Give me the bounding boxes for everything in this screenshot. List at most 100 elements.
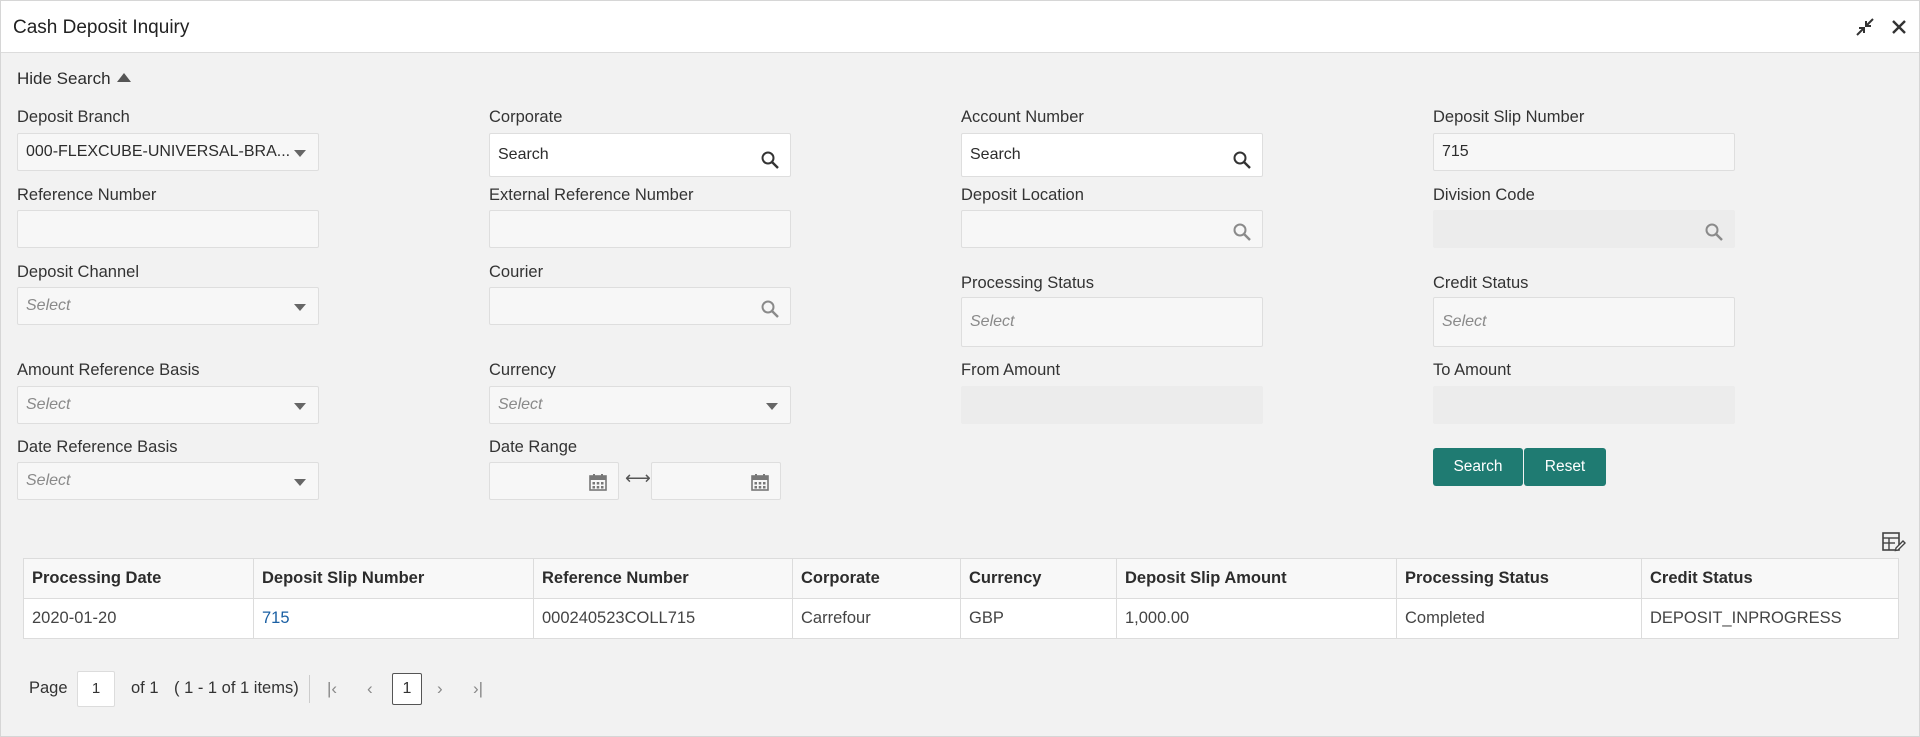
deposit-branch-value: 000-FLEXCUBE-UNIVERSAL-BRA...	[26, 143, 291, 160]
reset-button[interactable]: Reset	[1524, 448, 1606, 486]
table-cell: 1,000.00	[1116, 598, 1397, 639]
reference-number-label: Reference Number	[17, 186, 157, 204]
page-number-input[interactable]: 1	[77, 671, 115, 707]
deposit-branch-select[interactable]: 000-FLEXCUBE-UNIVERSAL-BRA...	[17, 133, 319, 171]
search-icon[interactable]	[1232, 220, 1252, 241]
deposit-slip-number-value: 715	[1442, 143, 1469, 160]
pager-divider	[309, 675, 310, 703]
corporate-lookup[interactable]: Search	[489, 133, 791, 177]
column-header[interactable]: Credit Status	[1641, 558, 1899, 599]
export-icon[interactable]	[1882, 531, 1906, 553]
page-label: Page	[29, 679, 68, 697]
items-summary: ( 1 - 1 of 1 items)	[174, 679, 299, 697]
deposit-slip-number-input[interactable]: 715	[1433, 133, 1735, 171]
date-range-to-input[interactable]	[651, 462, 781, 500]
previous-page-icon[interactable]: ‹	[367, 679, 373, 699]
search-icon[interactable]	[1232, 145, 1252, 169]
window-title: Cash Deposit Inquiry	[13, 17, 190, 38]
column-header[interactable]: Processing Status	[1396, 558, 1642, 599]
first-page-icon[interactable]: |‹	[327, 679, 337, 699]
table-cell: 2020-01-20	[23, 598, 254, 639]
amount-reference-basis-label: Amount Reference Basis	[17, 361, 200, 379]
table-cell: GBP	[960, 598, 1117, 639]
table-cell: 715	[253, 598, 534, 639]
triangle-up-icon	[116, 73, 131, 82]
title-bar: Cash Deposit Inquiry	[1, 1, 1919, 53]
column-header[interactable]: Reference Number	[533, 558, 793, 599]
account-number-label: Account Number	[961, 108, 1084, 126]
search-icon[interactable]	[760, 145, 780, 169]
courier-lookup[interactable]	[489, 287, 791, 325]
table-header-row: Processing Date Deposit Slip Number Refe…	[23, 558, 1899, 599]
currency-placeholder: Select	[498, 396, 543, 413]
column-header[interactable]: Deposit Slip Number	[253, 558, 534, 599]
from-amount-input	[961, 386, 1263, 424]
corporate-label: Corporate	[489, 108, 563, 126]
to-amount-input	[1433, 386, 1735, 424]
search-icon[interactable]	[760, 297, 780, 318]
column-header[interactable]: Currency	[960, 558, 1117, 599]
current-page-button[interactable]: 1	[392, 673, 422, 705]
amount-reference-basis-select[interactable]: Select	[17, 386, 319, 424]
chevron-down-icon	[294, 150, 306, 157]
column-header[interactable]: Processing Date	[23, 558, 254, 599]
amount-reference-basis-placeholder: Select	[26, 396, 71, 413]
processing-status-select[interactable]: Select	[961, 297, 1263, 347]
deposit-channel-placeholder: Select	[26, 297, 71, 314]
deposit-slip-link[interactable]: 715	[262, 609, 290, 627]
date-reference-basis-select[interactable]: Select	[17, 462, 319, 500]
division-code-label: Division Code	[1433, 186, 1535, 204]
table-cell: Carrefour	[792, 598, 961, 639]
hide-search-toggle[interactable]: Hide Search	[17, 69, 131, 89]
courier-label: Courier	[489, 263, 544, 281]
from-amount-label: From Amount	[961, 361, 1061, 379]
table-cell: DEPOSIT_INPROGRESS	[1641, 598, 1899, 639]
date-reference-basis-placeholder: Select	[26, 472, 71, 489]
calendar-icon[interactable]	[588, 472, 608, 492]
deposit-location-label: Deposit Location	[961, 186, 1084, 204]
chevron-down-icon	[294, 304, 306, 311]
deposit-channel-select[interactable]: Select	[17, 287, 319, 325]
currency-select[interactable]: Select	[489, 386, 791, 424]
deposit-location-lookup[interactable]	[961, 210, 1263, 248]
next-page-icon[interactable]: ›	[437, 679, 443, 699]
external-reference-number-label: External Reference Number	[489, 186, 694, 204]
chevron-down-icon	[766, 403, 778, 410]
corporate-value: Search	[498, 146, 549, 163]
account-number-lookup[interactable]: Search	[961, 133, 1263, 177]
date-reference-basis-label: Date Reference Basis	[17, 438, 178, 456]
credit-status-placeholder: Select	[1442, 313, 1487, 330]
chevron-down-icon	[294, 403, 306, 410]
account-number-value: Search	[970, 146, 1021, 163]
chevron-down-icon	[294, 479, 306, 486]
to-amount-label: To Amount	[1433, 361, 1511, 379]
last-page-icon[interactable]: ›|	[473, 679, 483, 699]
external-reference-number-input[interactable]	[489, 210, 791, 248]
column-header[interactable]: Corporate	[792, 558, 961, 599]
processing-status-label: Processing Status	[961, 274, 1094, 292]
reference-number-input[interactable]	[17, 210, 319, 248]
cash-deposit-inquiry-window: Cash Deposit Inquiry Hide Search Deposit…	[0, 0, 1920, 737]
table-row: 2020-01-20 715 000240523COLL715 Carrefou…	[23, 598, 1899, 639]
division-code-lookup	[1433, 210, 1735, 248]
close-icon[interactable]	[1887, 15, 1911, 39]
search-button[interactable]: Search	[1433, 448, 1523, 486]
deposit-branch-label: Deposit Branch	[17, 108, 130, 126]
table-cell: 000240523COLL715	[533, 598, 793, 639]
page-count-label: of 1	[131, 679, 159, 697]
minimize-icon[interactable]	[1853, 15, 1877, 39]
processing-status-placeholder: Select	[970, 313, 1015, 330]
hide-search-label: Hide Search	[17, 69, 111, 88]
deposit-channel-label: Deposit Channel	[17, 263, 139, 281]
search-icon	[1704, 220, 1724, 241]
range-arrow-icon: ⟷	[625, 468, 651, 488]
date-range-from-input[interactable]	[489, 462, 619, 500]
credit-status-label: Credit Status	[1433, 274, 1529, 292]
date-range-label: Date Range	[489, 438, 578, 456]
credit-status-select[interactable]: Select	[1433, 297, 1735, 347]
table-cell: Completed	[1396, 598, 1642, 639]
calendar-icon[interactable]	[750, 472, 770, 492]
column-header[interactable]: Deposit Slip Amount	[1116, 558, 1397, 599]
deposit-slip-number-label: Deposit Slip Number	[1433, 108, 1585, 126]
currency-label: Currency	[489, 361, 556, 379]
